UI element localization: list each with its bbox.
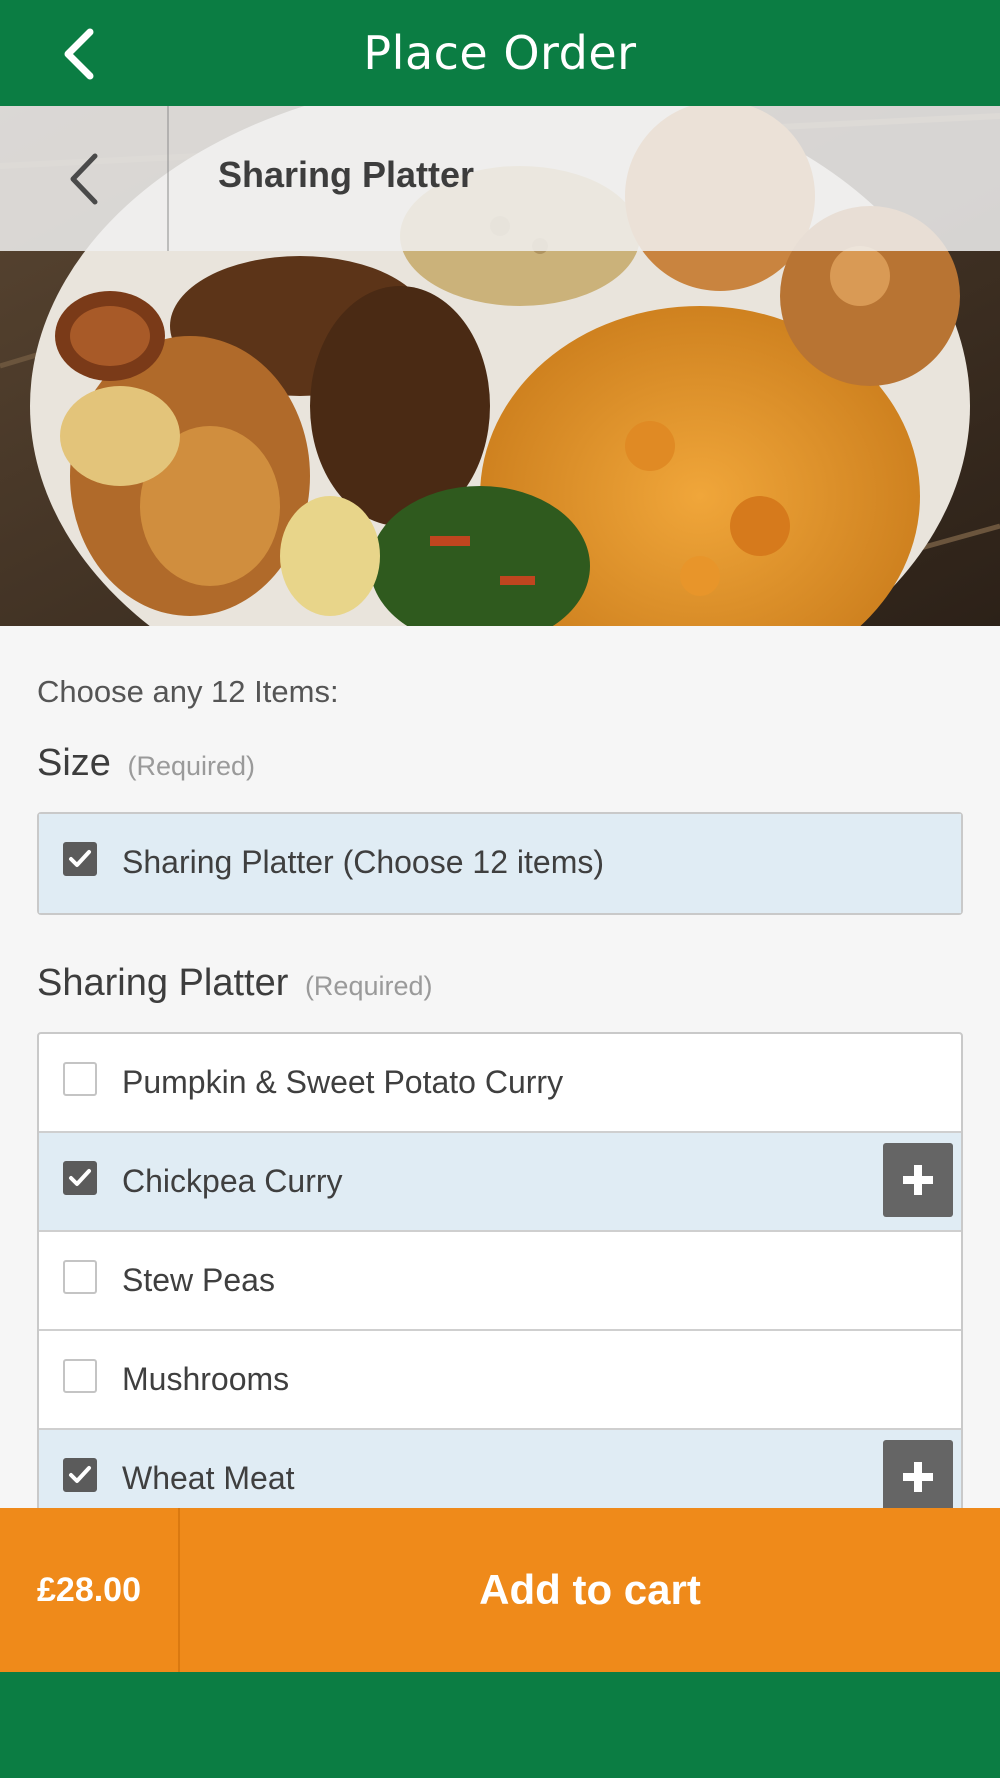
platter-section-title: Sharing Platter (Required) [37, 962, 433, 1005]
checkbox-checked[interactable] [63, 842, 97, 876]
item-subheader: Sharing Platter [0, 106, 1000, 251]
add-quantity-button[interactable] [883, 1143, 953, 1217]
checkmark-icon [69, 1169, 91, 1186]
platter-option[interactable]: Chickpea Curry [39, 1133, 961, 1232]
app-header: Place Order [0, 0, 1000, 106]
option-label: Pumpkin & Sweet Potato Curry [122, 1064, 564, 1100]
section-title-text: Size [37, 742, 111, 784]
option-label: Mushrooms [122, 1361, 290, 1397]
back-button[interactable] [48, 24, 108, 84]
checkbox-checked[interactable] [63, 1161, 97, 1195]
plus-icon [903, 1462, 933, 1492]
checkbox-checked[interactable] [63, 1458, 97, 1492]
price-label: £28.00 [0, 1508, 180, 1672]
plus-icon [903, 1165, 933, 1195]
checkbox-unchecked[interactable] [63, 1359, 97, 1393]
option-label: Chickpea Curry [122, 1163, 343, 1199]
checkmark-icon [69, 850, 91, 867]
platter-option[interactable]: Mushrooms [39, 1331, 961, 1430]
add-to-cart-button[interactable]: Add to cart [180, 1508, 1000, 1672]
checkbox-unchecked[interactable] [63, 1260, 97, 1294]
required-label: (Required) [127, 751, 256, 781]
section-title-text: Sharing Platter [37, 962, 289, 1004]
bottom-bar [0, 1672, 1000, 1778]
platter-options-list: Pumpkin & Sweet Potato Curry Chickpea Cu… [37, 1032, 963, 1508]
chevron-left-icon [70, 153, 97, 204]
option-label: Sharing Platter (Choose 12 items) [122, 844, 604, 880]
required-label: (Required) [304, 971, 433, 1001]
option-label: Stew Peas [122, 1262, 275, 1298]
size-section-title: Size (Required) [37, 742, 255, 785]
options-content[interactable]: Choose any 12 Items: Size (Required) Sha… [0, 626, 1000, 1508]
size-option[interactable]: Sharing Platter (Choose 12 items) [39, 814, 961, 913]
size-options-list: Sharing Platter (Choose 12 items) [37, 812, 963, 915]
chevron-left-icon [64, 28, 94, 80]
checkmark-icon [69, 1466, 91, 1483]
platter-option[interactable]: Wheat Meat [39, 1430, 961, 1508]
page-title: Place Order [363, 26, 637, 80]
item-title: Sharing Platter [218, 154, 475, 195]
cart-action-bar: £28.00 Add to cart [0, 1508, 1000, 1672]
instructions-text: Choose any 12 Items: [37, 674, 339, 709]
add-quantity-button[interactable] [883, 1440, 953, 1508]
checkbox-unchecked[interactable] [63, 1062, 97, 1096]
option-label: Wheat Meat [122, 1460, 295, 1496]
platter-option[interactable]: Stew Peas [39, 1232, 961, 1331]
item-back-button[interactable] [0, 106, 169, 251]
platter-option[interactable]: Pumpkin & Sweet Potato Curry [39, 1034, 961, 1133]
